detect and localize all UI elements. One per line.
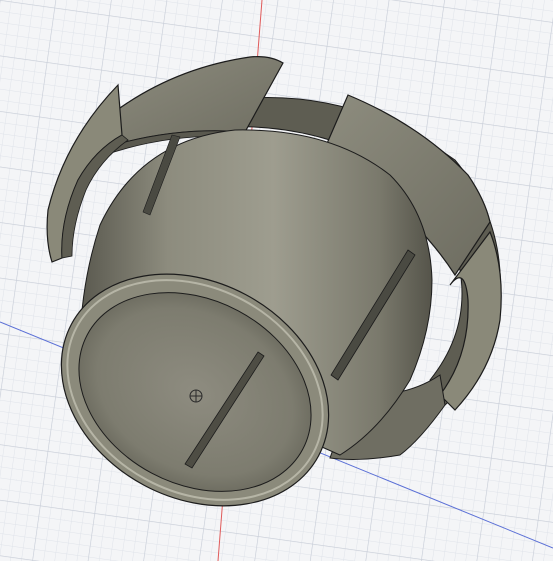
origin-marker-icon[interactable] — [189, 389, 203, 403]
cad-viewport[interactable] — [0, 0, 553, 561]
model-canvas[interactable] — [0, 0, 553, 561]
